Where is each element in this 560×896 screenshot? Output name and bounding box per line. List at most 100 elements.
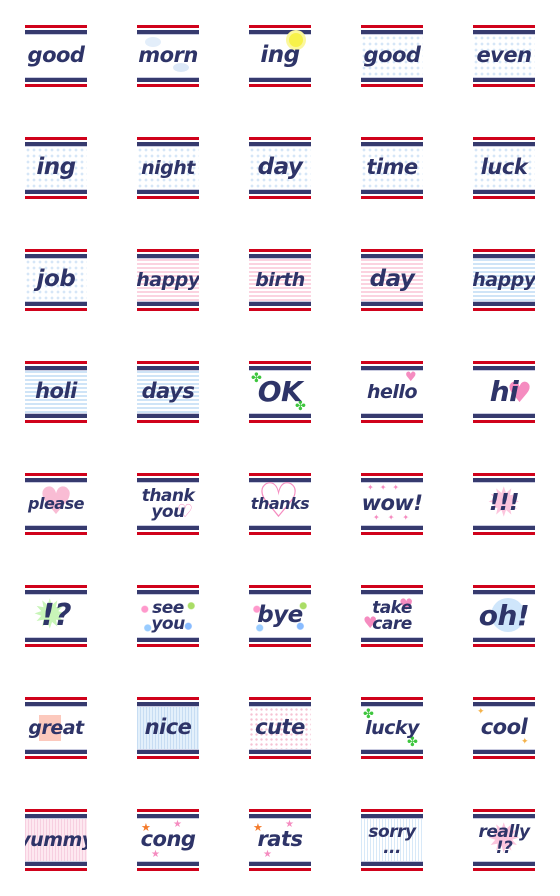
top-stripes [473,697,535,707]
sticker-text-line: day [257,154,303,181]
sticker-text: luck [473,147,535,189]
sticker-text-line: birth [255,268,305,291]
sticker-even[interactable]: even [473,25,535,87]
sticker-text-line: good [363,43,421,68]
sticker-text: birth [249,259,311,301]
sticker-takexcare[interactable]: ♥ ♥ take care [361,585,423,647]
bottom-stripes [249,749,311,759]
bottom-stripes [361,413,423,423]
sticker-text-line: please [28,494,84,514]
bottom-stripes [361,77,423,87]
sticker-text: day [249,147,311,189]
sticker-ing[interactable]: ing [249,25,311,87]
sticker-text: yummy [25,819,87,861]
sticker-text-line: nice [144,715,192,740]
sticker-hello[interactable]: ♥ hello [361,361,423,423]
sticker-text-line: rats [257,827,303,852]
sticker-bye[interactable]: bye [249,585,311,647]
sticker-morn[interactable]: morn [137,25,199,87]
sticker-text-line: bye [257,602,303,629]
sticker-cong[interactable]: ★ ★ ★ cong [137,809,199,871]
top-stripes [361,697,423,707]
top-stripes [249,361,311,371]
sticker-text: !? [25,595,87,637]
sticker-ohx[interactable]: oh! [473,585,535,647]
sticker-good[interactable]: good [25,25,87,87]
bottom-stripes [137,189,199,199]
top-stripes [361,809,423,819]
bottom-stripes [25,861,87,871]
bottom-stripes [249,413,311,423]
sticker-text-line: oh! [478,598,530,632]
top-stripes [361,137,423,147]
sticker-day[interactable]: day [249,137,311,199]
sticker-nice[interactable]: nice [137,697,199,759]
bottom-stripes [137,413,199,423]
sticker-yummy[interactable]: yummy [25,809,87,871]
sticker-text: day [361,259,423,301]
sticker-great[interactable]: great [25,697,87,759]
sticker-ing[interactable]: ing [25,137,87,199]
sticker-text: really!? [473,819,535,861]
sticker-text-line: cong [140,827,196,852]
sticker-text-line: OK [257,374,303,408]
sticker-birth[interactable]: birth [249,249,311,311]
bottom-stripes [249,77,311,87]
sticker-cool[interactable]: ✦ ✦ cool [473,697,535,759]
sticker-text-line: even [476,43,532,68]
bottom-stripes [249,637,311,647]
sticker-lucky[interactable]: ✤ ✤ lucky [361,697,423,759]
sticker-text-line: thanks [250,494,310,514]
sticker-text: days [137,371,199,413]
sticker-day[interactable]: day [361,249,423,311]
bottom-stripes [25,77,87,87]
sticker-text: morn [137,35,199,77]
sticker-luck[interactable]: luck [473,137,535,199]
sticker-text: ing [249,35,311,77]
sticker-text: bye [249,595,311,637]
bottom-stripes [249,861,311,871]
sticker-thanks[interactable]: ♡ thanks [249,473,311,535]
sticker-text-line: cute [255,715,305,740]
sticker-night[interactable]: night [137,137,199,199]
bottom-stripes [25,301,87,311]
sticker-text: holi [25,371,87,413]
bottom-stripes [473,301,535,311]
top-stripes [361,249,423,259]
bottom-stripes [473,749,535,759]
bottom-stripes [473,77,535,87]
sticker-text: wow! [361,483,423,525]
sticker-wowx[interactable]: ✦✦✦ ✦✦✦ wow! [361,473,423,535]
sticker-ok[interactable]: ✤ ✤ OK [249,361,311,423]
sticker-sorryxxxx[interactable]: sorry... [361,809,423,871]
sticker-reallyxxx[interactable]: ✹ really!? [473,809,535,871]
top-stripes [137,361,199,371]
sticker-happy[interactable]: happy [137,249,199,311]
sticker-text: great [25,707,87,749]
top-stripes [473,585,535,595]
sticker-text: lucky [361,707,423,749]
sticker-holi[interactable]: holi [25,361,87,423]
sticker-seexyou[interactable]: see you [137,585,199,647]
sticker-cute[interactable]: cute [249,697,311,759]
sticker-hi[interactable]: ♥ hi [473,361,535,423]
sticker-text-line: job [36,266,76,293]
sticker-days[interactable]: days [137,361,199,423]
sticker-text: happy [473,259,535,301]
sticker-rats[interactable]: ★ ★ ★ rats [249,809,311,871]
bottom-stripes [361,861,423,871]
sticker-please[interactable]: ♥ please [25,473,87,535]
sticker-thankxyou[interactable]: ♡ thank you [137,473,199,535]
sticker-text-line: ... [383,838,401,858]
sticker-text-line: good [27,43,85,68]
sticker-xx[interactable]: ✹!? [25,585,87,647]
top-stripes [137,585,199,595]
sticker-good[interactable]: good [361,25,423,87]
sticker-xxx[interactable]: ✹!!! [473,473,535,535]
sticker-text-line: lucky [365,716,419,739]
sticker-job[interactable]: job [25,249,87,311]
top-stripes [473,249,535,259]
sticker-happy[interactable]: happy [473,249,535,311]
bottom-stripes [137,301,199,311]
sticker-time[interactable]: time [361,137,423,199]
